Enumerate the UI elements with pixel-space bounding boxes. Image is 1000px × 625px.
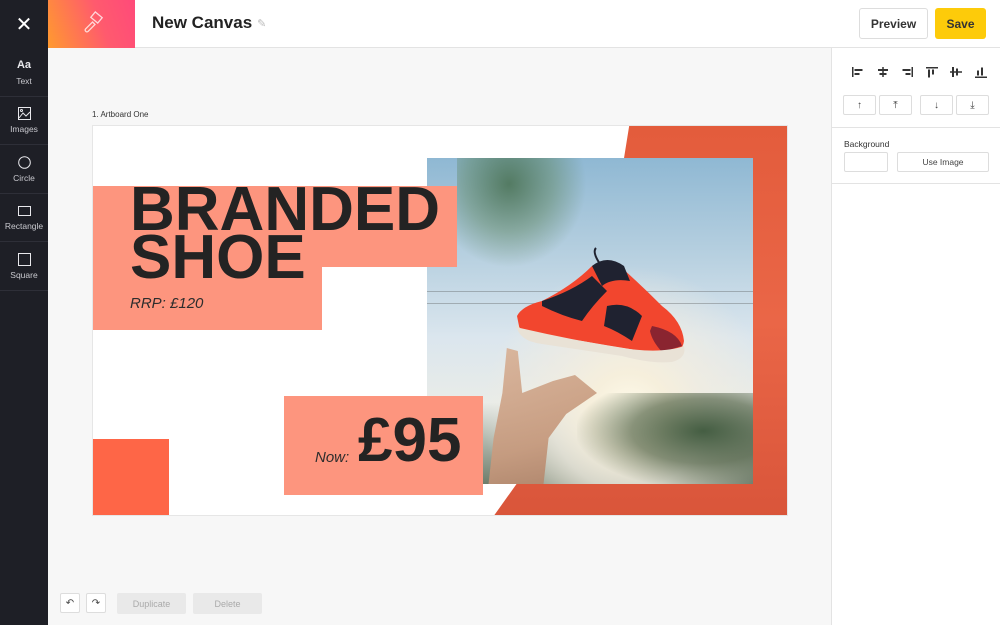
align-middle-vertical-icon[interactable] — [944, 65, 969, 79]
sidebar-item-square[interactable]: Square — [0, 242, 48, 291]
paintbrush-icon — [84, 11, 103, 33]
bring-forward-button[interactable]: ↑ — [843, 95, 876, 115]
brand-logo — [48, 0, 135, 48]
sidebar-item-label: Square — [10, 269, 38, 280]
tools-sidebar: Aa Text Images Circle Rectangle Square — [0, 48, 48, 625]
redo-button[interactable]: ↷ — [86, 593, 106, 613]
arrow-up-icon: ↑ — [857, 99, 862, 111]
circle-icon — [17, 155, 31, 170]
sidebar-item-circle[interactable]: Circle — [0, 145, 48, 194]
artboard[interactable]: BRANDED SHOE RRP: £120 Now: £95 — [92, 125, 788, 516]
headline-text[interactable]: BRANDED SHOE — [130, 179, 440, 289]
image-icon — [17, 106, 31, 121]
rrp-text[interactable]: RRP: £120 — [130, 295, 203, 312]
align-right-icon[interactable] — [895, 65, 920, 79]
background-label: Background — [844, 139, 890, 149]
align-top-icon[interactable] — [920, 65, 945, 79]
panel-divider — [832, 183, 1000, 184]
pencil-icon[interactable]: ✎ — [257, 17, 266, 30]
sidebar-item-label: Images — [10, 124, 38, 135]
canvas-title-text: New Canvas — [152, 13, 253, 32]
sidebar-item-text[interactable]: Aa Text — [0, 48, 48, 97]
undo-icon: ↶ — [65, 597, 75, 609]
close-icon: ✕ — [15, 13, 33, 36]
arrow-down-icon: ↓ — [934, 99, 939, 111]
canvas-editor-app: ✕ New Canvas ✎ Preview Save Aa Text Imag… — [0, 0, 1000, 625]
background-color-swatch[interactable] — [844, 152, 888, 172]
align-bottom-icon[interactable] — [969, 65, 994, 79]
undo-button[interactable]: ↶ — [60, 593, 80, 613]
align-toolbar — [846, 65, 993, 79]
trees — [577, 393, 753, 484]
align-left-icon[interactable] — [846, 65, 871, 79]
redo-icon: ↷ — [91, 597, 101, 609]
sidebar-item-label: Circle — [13, 172, 35, 183]
use-image-button[interactable]: Use Image — [897, 152, 989, 172]
sidebar-item-label: Text — [16, 75, 32, 86]
save-button[interactable]: Save — [935, 8, 986, 39]
bring-to-front-button[interactable]: ⤒ — [879, 95, 912, 115]
duplicate-button[interactable]: Duplicate — [117, 593, 186, 614]
panel-divider — [832, 127, 1000, 128]
sidebar-item-rectangle[interactable]: Rectangle — [0, 194, 48, 242]
properties-panel: ↑ ⤒ ↓ ⤓ Background Use Image — [831, 48, 1000, 625]
now-label[interactable]: Now: — [315, 449, 349, 466]
close-button[interactable]: ✕ — [0, 0, 48, 48]
canvas-title[interactable]: New Canvas ✎ — [152, 13, 266, 33]
sidebar-item-images[interactable]: Images — [0, 97, 48, 145]
top-bar: ✕ New Canvas ✎ Preview Save — [0, 0, 1000, 48]
align-center-horizontal-icon[interactable] — [871, 65, 896, 79]
square-icon — [17, 252, 31, 267]
shoe-illustration — [516, 247, 685, 363]
artboard-label: 1. Artboard One — [92, 110, 149, 119]
red-square-shape[interactable] — [93, 439, 169, 515]
send-to-back-button[interactable]: ⤓ — [956, 95, 989, 115]
arrow-to-bottom-icon: ⤓ — [970, 99, 975, 111]
arrow-to-top-icon: ⤒ — [893, 99, 898, 111]
canvas-workspace: 1. Artboard One BRANDED SHOE RRP: £120 N… — [48, 48, 831, 625]
sidebar-item-label: Rectangle — [4, 221, 44, 232]
rectangle-icon — [17, 203, 31, 218]
text-icon: Aa — [16, 59, 32, 72]
preview-button[interactable]: Preview — [859, 8, 928, 39]
price-text[interactable]: £95 — [358, 406, 461, 476]
send-backward-button[interactable]: ↓ — [920, 95, 953, 115]
delete-button[interactable]: Delete — [193, 593, 262, 614]
